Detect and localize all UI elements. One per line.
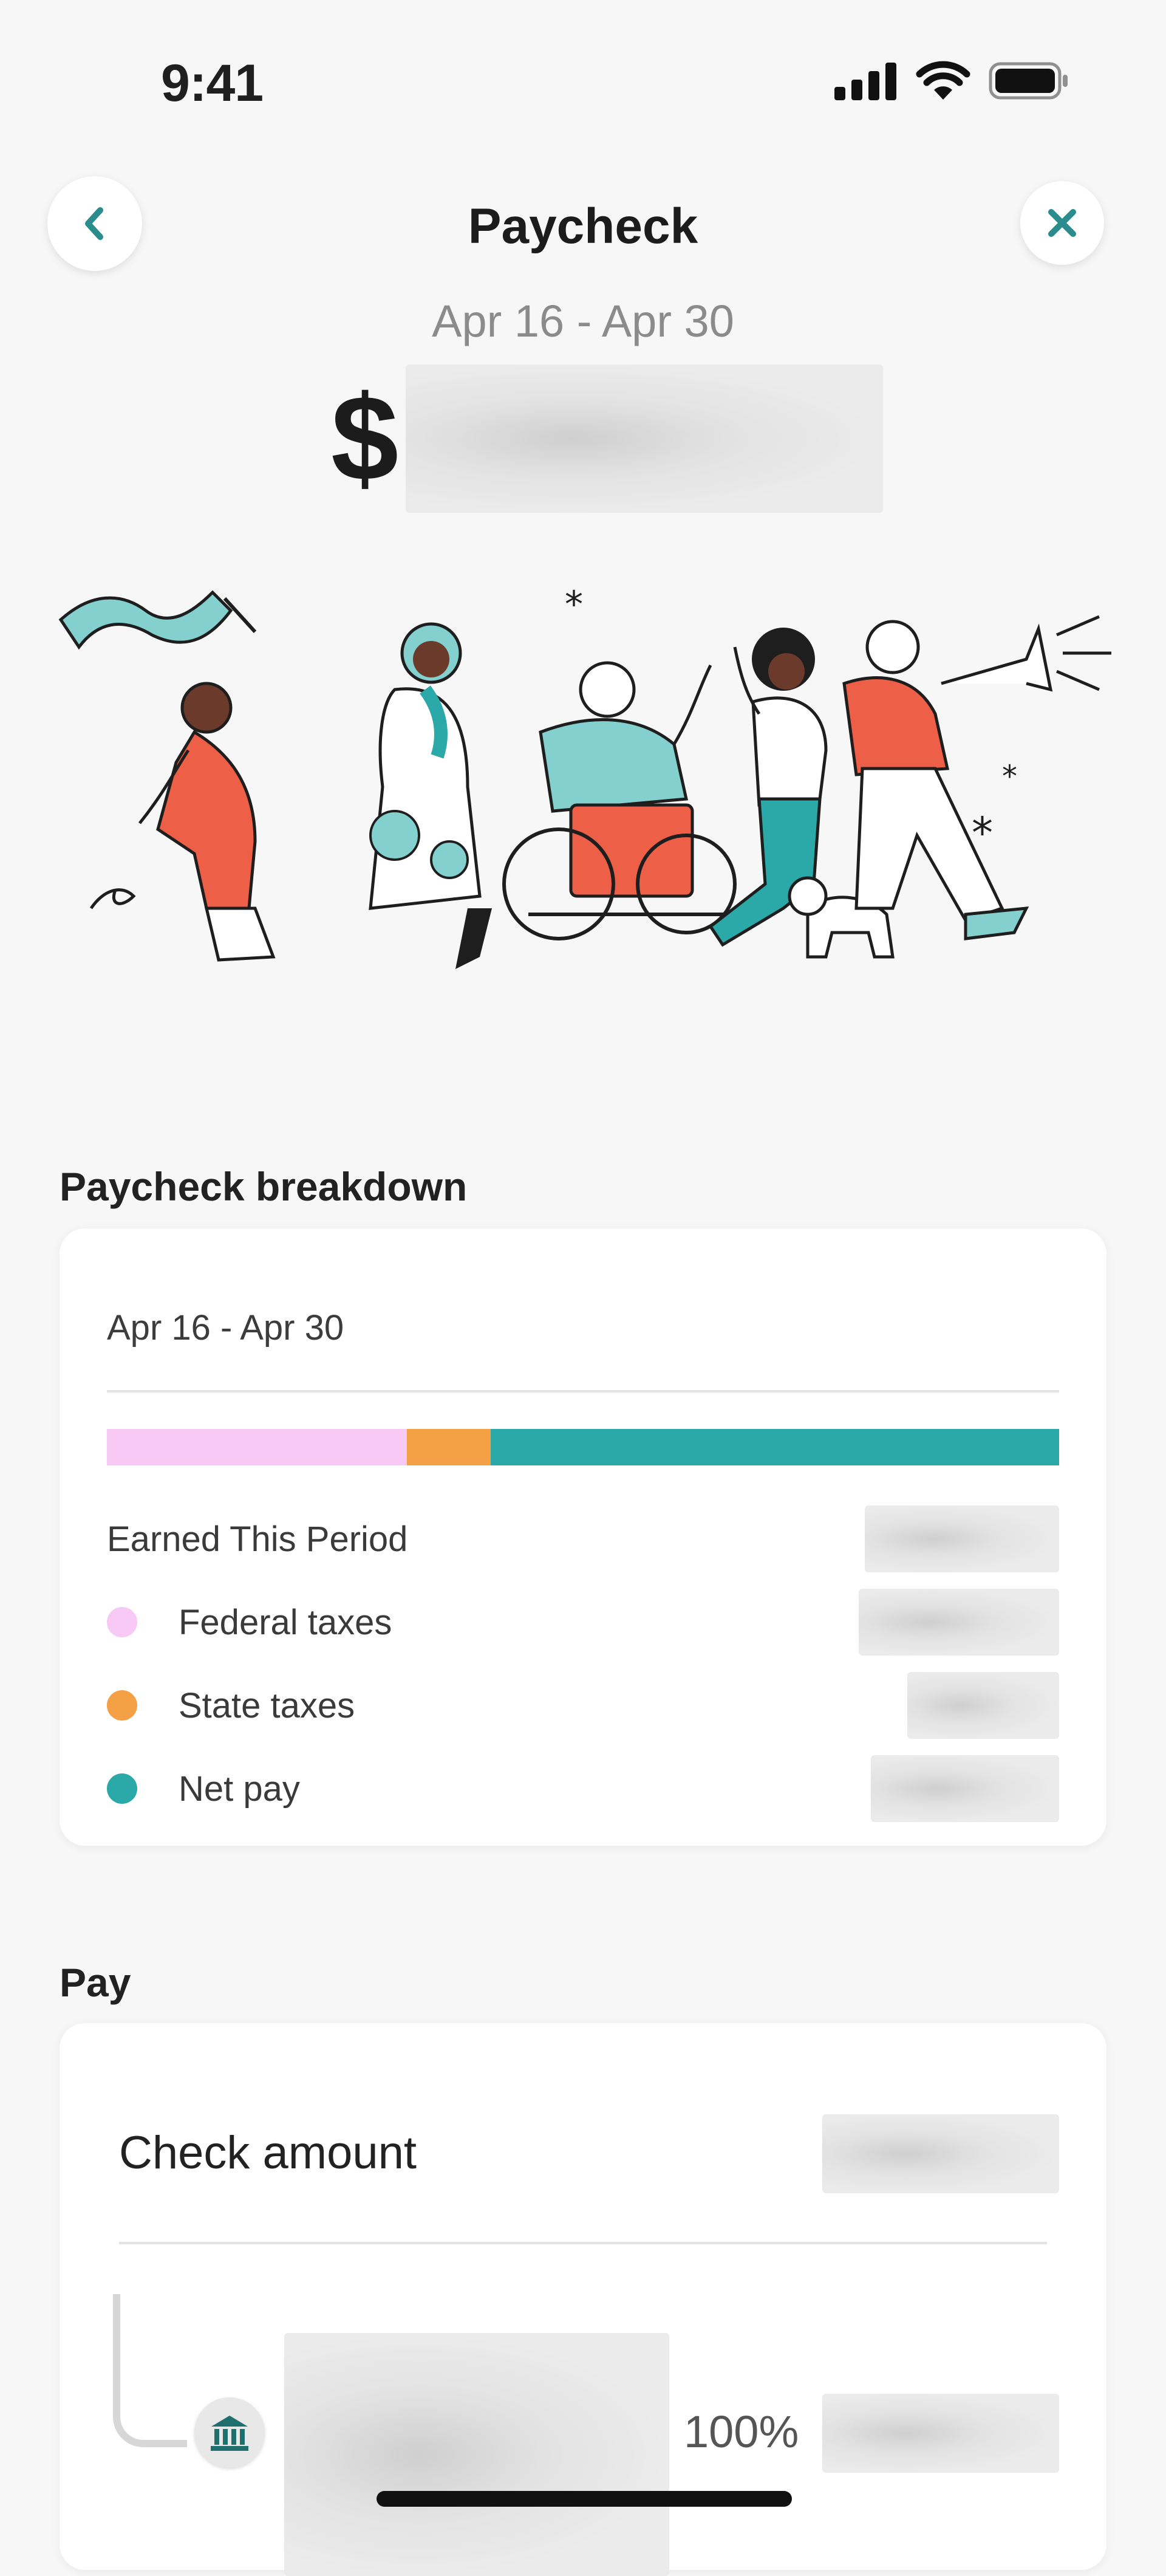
breakdown-bar <box>107 1429 1059 1465</box>
close-icon <box>1048 209 1076 237</box>
divider <box>119 2242 1047 2244</box>
bar-segment-state-taxes <box>406 1429 491 1465</box>
breakdown-period: Apr 16 - Apr 30 <box>107 1308 344 1348</box>
svg-text:*: * <box>565 583 583 626</box>
page-title: Paycheck <box>468 199 698 254</box>
account-name <box>284 2333 669 2576</box>
status-icons <box>834 61 1069 101</box>
state-taxes-row: State taxes <box>107 1672 1059 1739</box>
state-taxes-dot <box>107 1690 137 1721</box>
wifi-icon <box>916 61 970 100</box>
bank-icon <box>211 2416 248 2451</box>
status-time: 9:41 <box>161 54 264 112</box>
home-indicator[interactable] <box>377 2491 792 2507</box>
allocation-amount <box>822 2394 1059 2473</box>
federal-taxes-row: Federal taxes <box>107 1589 1059 1656</box>
net-pay-label: Net pay <box>179 1769 300 1809</box>
cellular-signal-icon <box>834 63 896 100</box>
divider <box>107 1390 1059 1392</box>
earned-value <box>865 1506 1059 1572</box>
net-pay-value <box>871 1755 1059 1822</box>
breakdown-section-title: Paycheck breakdown <box>60 1164 468 1209</box>
state-taxes-value <box>907 1672 1059 1739</box>
earned-row: Earned This Period <box>107 1506 1059 1572</box>
bar-segment-net-pay <box>490 1429 1059 1465</box>
net-pay-row: Net pay <box>107 1755 1059 1822</box>
celebration-illustration: * * * <box>58 583 1111 969</box>
federal-taxes-value <box>859 1589 1059 1656</box>
check-amount-value <box>822 2114 1059 2193</box>
redacted-amount <box>406 365 884 513</box>
pay-card[interactable]: Check amount 100% <box>60 2023 1106 2576</box>
bank-icon-badge <box>194 2397 265 2468</box>
federal-taxes-label: Federal taxes <box>179 1602 392 1642</box>
breakdown-card: Apr 16 - Apr 30 Earned This Period Feder… <box>60 1228 1106 1846</box>
svg-text:*: * <box>1002 759 1017 794</box>
federal-taxes-dot <box>107 1607 137 1637</box>
allocation-connector <box>113 2294 187 2447</box>
bar-segment-federal-taxes <box>107 1429 407 1465</box>
net-pay-dot <box>107 1773 137 1804</box>
status-bar: 9:41 <box>0 0 1166 146</box>
allocation-percent: 100% <box>684 2406 799 2457</box>
state-taxes-label: State taxes <box>179 1685 355 1725</box>
close-button[interactable] <box>1020 181 1104 265</box>
currency-symbol: $ <box>331 371 399 506</box>
battery-icon <box>989 62 1068 100</box>
pay-period: Apr 16 - Apr 30 <box>432 296 734 346</box>
svg-text:*: * <box>972 808 993 858</box>
paycheck-amount: $ <box>331 365 884 513</box>
pay-section-title: Pay <box>60 1960 131 2005</box>
earned-label: Earned This Period <box>107 1519 408 1559</box>
check-amount-label: Check amount <box>119 2127 417 2179</box>
nav-header: Paycheck <box>0 170 1166 279</box>
